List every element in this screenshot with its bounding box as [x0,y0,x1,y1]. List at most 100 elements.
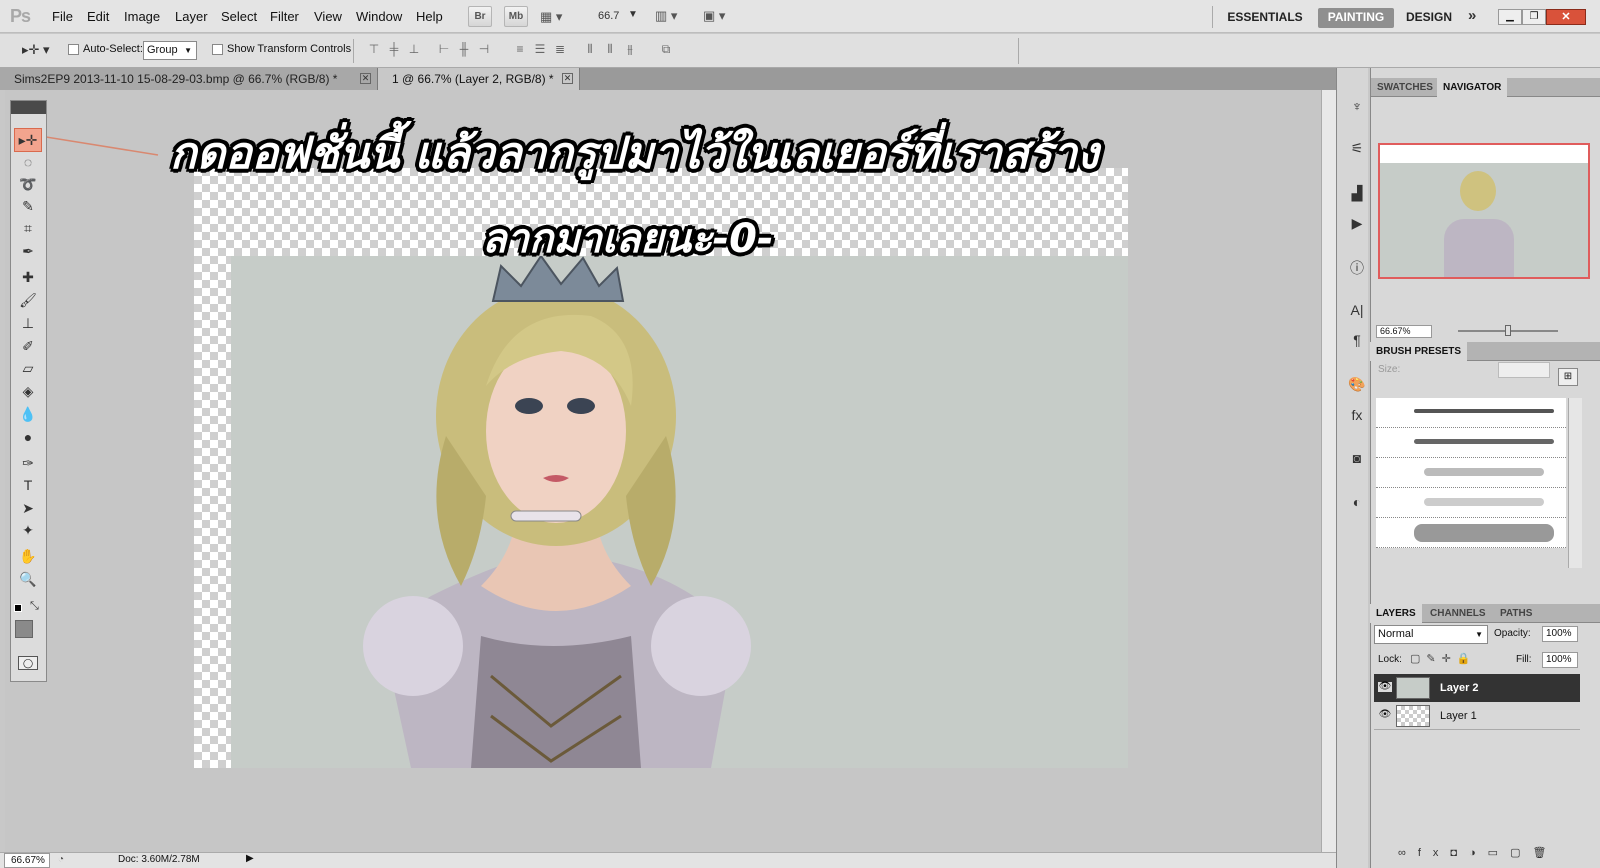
layer-row-layer-2[interactable]: 👁 Layer 2 [1374,674,1580,702]
clone-stamp-tool-icon[interactable]: ⊥ [16,312,40,334]
menu-edit[interactable]: Edit [87,9,109,24]
styles-fx-icon[interactable]: fx [1344,403,1370,427]
distribute-left-icon[interactable]: ⫴ [582,41,598,57]
marquee-tool-icon[interactable]: ◌ [16,151,40,173]
distribute-vcenter-icon[interactable]: ☰ [532,41,548,57]
status-zoom[interactable]: 66.67% [4,853,50,868]
zoom-slider-thumb[interactable] [1505,325,1511,336]
move-tool-icon[interactable]: ▸✛ [16,129,40,151]
quick-mask-icon[interactable]: ◯ [18,656,38,670]
workspace-design[interactable]: DESIGN [1400,8,1458,28]
path-selection-tool-icon[interactable]: ➤ [16,497,40,519]
zoom-dropdown-icon[interactable]: ▼ [628,9,638,20]
healing-brush-tool-icon[interactable]: ✚ [16,266,40,288]
pen-tool-icon[interactable]: ✑ [16,452,40,474]
foreground-color-swatch[interactable] [15,620,33,638]
blend-mode-dropdown[interactable]: Normal ▼ [1374,625,1488,644]
tab-navigator[interactable]: NAVIGATOR [1437,78,1508,97]
menu-help[interactable]: Help [416,9,443,24]
align-top-icon[interactable]: ⊤ [366,41,382,57]
tab-brush-presets[interactable]: BRUSH PRESETS [1370,342,1468,361]
eye-icon[interactable]: 👁 [1378,710,1392,720]
tools-panel-header[interactable] [11,101,46,114]
close-icon[interactable]: ✕ [360,73,371,84]
tab-layer2-doc[interactable]: 1 @ 66.7% (Layer 2, RGB/8) * ✕ [378,68,580,90]
dodge-tool-icon[interactable]: ● [16,426,40,448]
close-icon[interactable]: ✕ [562,73,573,84]
character-icon[interactable]: A| [1344,298,1370,322]
navigator-zoom-field[interactable]: 66.67% [1376,325,1432,338]
fill-field[interactable]: 100% [1542,652,1578,668]
tab-channels[interactable]: CHANNELS [1424,604,1492,623]
align-right-icon[interactable]: ⊣ [476,41,492,57]
distribute-top-icon[interactable]: ≡ [512,41,528,57]
auto-select-checkbox[interactable] [68,42,79,56]
align-hcenter-icon[interactable]: ╫ [456,41,472,57]
info-icon[interactable]: ⓘ [1344,256,1370,280]
menu-filter[interactable]: Filter [270,9,299,24]
shape-tool-icon[interactable]: ✦ [16,519,40,541]
hand-tool-icon[interactable]: ✋ [16,545,40,567]
screen-mode-icon[interactable]: ▣ ▾ [703,8,725,24]
align-bottom-icon[interactable]: ⊥ [406,41,422,57]
distribute-right-icon[interactable]: ⫵ [622,41,638,57]
auto-align-layers-icon[interactable]: ⧉ [658,41,674,57]
new-brush-icon[interactable]: ⊞ [1558,368,1578,386]
lock-options-icons[interactable]: ▢✎✛🔒 [1410,652,1477,665]
menu-file[interactable]: File [52,9,73,24]
close-window-button[interactable]: ✕ [1546,9,1586,25]
zoom-tool-icon[interactable]: 🔍 [16,568,40,590]
menu-layer[interactable]: Layer [175,9,208,24]
blur-tool-icon[interactable]: 💧 [16,403,40,425]
brush-size-field[interactable] [1498,362,1550,378]
lasso-tool-icon[interactable]: ➰ [16,173,40,195]
brush-list-scrollbar[interactable] [1568,398,1582,568]
crop-tool-icon[interactable]: ⌗ [16,217,40,239]
view-extras-icon[interactable]: ▦ ▾ [540,9,570,24]
actions-icon[interactable]: ▶ [1344,211,1370,235]
align-vcenter-icon[interactable]: ╪ [386,41,402,57]
arrange-documents-icon[interactable]: ▥ ▾ [655,8,677,24]
brush-preset-1[interactable] [1376,398,1566,428]
quick-select-tool-icon[interactable]: ✎ [16,195,40,217]
clone-source-icon[interactable]: ⚟ [1344,136,1370,160]
brush-preset-4[interactable] [1376,488,1566,518]
brush-preset-3[interactable] [1376,458,1566,488]
status-menu-arrow-icon[interactable]: ▶ [246,853,254,864]
tab-sims-bmp[interactable]: Sims2EP9 2013-11-10 15-08-29-03.bmp @ 66… [0,68,378,90]
auto-select-dropdown[interactable]: Group ▼ [143,41,197,60]
layer-name[interactable]: Layer 1 [1440,702,1477,730]
workspace-painting[interactable]: PAINTING [1318,8,1394,28]
mini-bridge-button[interactable]: Mb [504,6,528,27]
masks-icon[interactable]: ◙ [1344,446,1370,470]
eraser-tool-icon[interactable]: ▱ [16,357,40,379]
tab-paths[interactable]: PATHS [1494,604,1538,623]
eyedropper-tool-icon[interactable]: ✒ [16,240,40,262]
color-palette-icon[interactable]: 🎨 [1344,372,1370,396]
paint-bucket-tool-icon[interactable]: ◈ [16,380,40,402]
paragraph-icon[interactable]: ¶ [1344,328,1370,352]
layer-name[interactable]: Layer 2 [1440,674,1479,702]
mixer-brush-icon[interactable]: ♆ [1344,94,1370,118]
histogram-icon[interactable]: ▟ [1344,181,1370,205]
move-tool-preset-icon[interactable]: ▸✛ ▾ [22,42,50,58]
adjustments-icon[interactable]: ◐ [1344,490,1370,514]
brush-tool-icon[interactable]: 🖌 [16,289,40,311]
workspace-essentials[interactable]: ESSENTIALS [1224,8,1306,28]
menu-window[interactable]: Window [356,9,402,24]
brush-preset-5[interactable] [1376,518,1566,548]
show-transform-checkbox[interactable] [212,42,223,56]
layer-panel-footer-icons[interactable]: ∞fx◘◑▭▢🗑 [1398,846,1558,859]
brush-preset-2[interactable] [1376,428,1566,458]
restore-button[interactable]: ❐ [1522,9,1546,25]
history-brush-tool-icon[interactable]: ✐ [16,335,40,357]
vertical-scrollbar[interactable] [1321,90,1336,852]
bridge-button[interactable]: Br [468,6,492,27]
menu-image[interactable]: Image [124,9,160,24]
layer-image[interactable] [231,254,1128,768]
menu-select[interactable]: Select [221,9,257,24]
distribute-bottom-icon[interactable]: ≣ [552,41,568,57]
align-left-icon[interactable]: ⊢ [436,41,452,57]
type-tool-icon[interactable]: T [16,474,40,496]
menu-view[interactable]: View [314,9,342,24]
